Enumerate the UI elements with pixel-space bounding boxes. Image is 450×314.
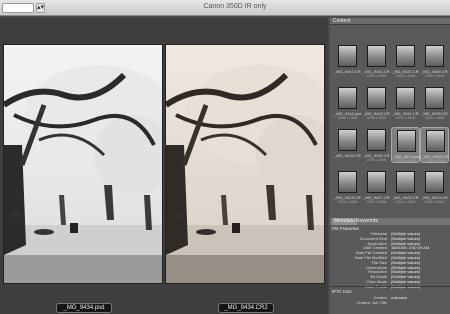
- thumbnail-dimensions: 2304 x 3456: [337, 200, 358, 204]
- iptc-core-header[interactable]: IPTC Core: [332, 289, 352, 294]
- thumbnail-filename: _MG_9433.CR2: [334, 153, 361, 158]
- thumbnail-item[interactable]: _MG_9432.CR2 2304 x 3456: [362, 127, 391, 163]
- thumbnail-item[interactable]: _MG_9423.CR2 3456 x 2304: [420, 169, 449, 205]
- thumbnail-item[interactable]: _MG_9429.CR2 2304 x 3456: [333, 169, 362, 205]
- thumbnail-item[interactable]: _MG_9435.CR2 2304 x 3456: [420, 85, 449, 121]
- thumbnail-item[interactable]: _MG_9442.psd 3456 x 2304: [333, 85, 362, 121]
- content-tab-label: Content: [333, 18, 351, 24]
- preview-caption-cr2: _MG_9434.CR2: [218, 303, 274, 313]
- bridge-window: { "window_title": "Canon 350D IR only", …: [0, 0, 450, 314]
- thumbnail-image: [367, 129, 386, 151]
- thumbnail-dimensions: 3456 x 2304: [366, 116, 387, 120]
- thumbnail-dimensions: 2304 x 3456: [396, 159, 417, 163]
- thumbnail-item[interactable]: _MG_9422.CR2 2304 x 3456: [391, 169, 420, 205]
- thumbnail-image: [367, 171, 386, 193]
- thumbnail-image: [396, 87, 415, 109]
- thumbnail-dimensions: 2304 x 3456: [424, 116, 445, 120]
- tab-metadata[interactable]: Metadata: [332, 218, 357, 225]
- thumbnail-image: [367, 87, 386, 109]
- thumbnail-image: [338, 171, 357, 193]
- thumbnail-dimensions: 2304 x 3456: [425, 159, 446, 163]
- thumbnail-image: [426, 130, 445, 152]
- thumbnail-image: [338, 129, 357, 151]
- thumbnail-item[interactable]: _MG_9427.CR2 2304 x 3456: [362, 169, 391, 205]
- preview-image-cr2[interactable]: [165, 44, 325, 284]
- thumbnail-item[interactable]: _MG_9433.CR2: [333, 127, 362, 163]
- thumbnail-item[interactable]: _MG_9434.CR2 2304 x 3456: [420, 127, 449, 163]
- thumbnail-dimensions: 3456 x 2304: [424, 200, 445, 204]
- thumbnail-dimensions: 2304 x 3456: [424, 74, 445, 78]
- window-title: Canon 350D IR only: [203, 3, 267, 10]
- toolbar: ▴▾ Canon 350D IR only: [0, 0, 450, 16]
- preview-caption-psd: _MG_9434.psd: [56, 303, 112, 313]
- thumbnail-image: [396, 45, 415, 67]
- thumbnail-image: [367, 45, 386, 67]
- thumbnail-image: [396, 171, 415, 193]
- thumbnail-image: [425, 87, 444, 109]
- thumbnail-image: [397, 130, 416, 152]
- thumbnail-image: [425, 171, 444, 193]
- thumbnail-dimensions: 2304 x 3456: [366, 74, 387, 78]
- metadata-row: Creator: Job Title: [332, 300, 448, 305]
- stepper-icon[interactable]: ▴▾: [36, 3, 45, 13]
- thumbnail-dimensions: 2304 x 3456: [395, 74, 416, 78]
- thumbnail-dimensions: 2304 x 3456: [395, 200, 416, 204]
- thumbnail-item[interactable]: _MG_9434.psd 2304 x 3456: [391, 127, 420, 163]
- metadata-key: Creator: Job Title: [356, 299, 387, 305]
- thumbnail-item[interactable]: _MG_9441.CR2 2304 x 3456: [391, 85, 420, 121]
- thumbnail-item[interactable]: _MG_9447.CR2: [333, 43, 362, 79]
- thumbnail-item[interactable]: _MG_9440.CR2 2304 x 3456: [420, 43, 449, 79]
- thumbnail-filename: _MG_9447.CR2: [334, 69, 361, 74]
- thumbnail-item[interactable]: _MG_9442.CR2 3456 x 2304: [362, 85, 391, 121]
- thumbnail-image: [338, 87, 357, 109]
- thumbnail-dimensions: 2304 x 3456: [366, 158, 387, 162]
- thumbnail-dimensions: 2304 x 3456: [395, 116, 416, 120]
- thumbnail-dimensions: 2304 x 3456: [366, 200, 387, 204]
- thumbnail-item[interactable]: _MG_9441.CR2 2304 x 3456: [362, 43, 391, 79]
- preview-image-psd[interactable]: [3, 44, 163, 284]
- metadata-tabs: Metadata Keywords: [330, 218, 450, 225]
- metadata-divider: [330, 286, 450, 287]
- path-field[interactable]: [2, 3, 34, 13]
- content-tab[interactable]: Content: [330, 18, 450, 25]
- thumbnail-image: [338, 45, 357, 67]
- thumbnail-item[interactable]: _MG_9437.CR2 2304 x 3456: [391, 43, 420, 79]
- thumbnail-dimensions: 3456 x 2304: [337, 116, 358, 120]
- thumbnail-image: [425, 45, 444, 67]
- tab-keywords[interactable]: Keywords: [356, 218, 378, 225]
